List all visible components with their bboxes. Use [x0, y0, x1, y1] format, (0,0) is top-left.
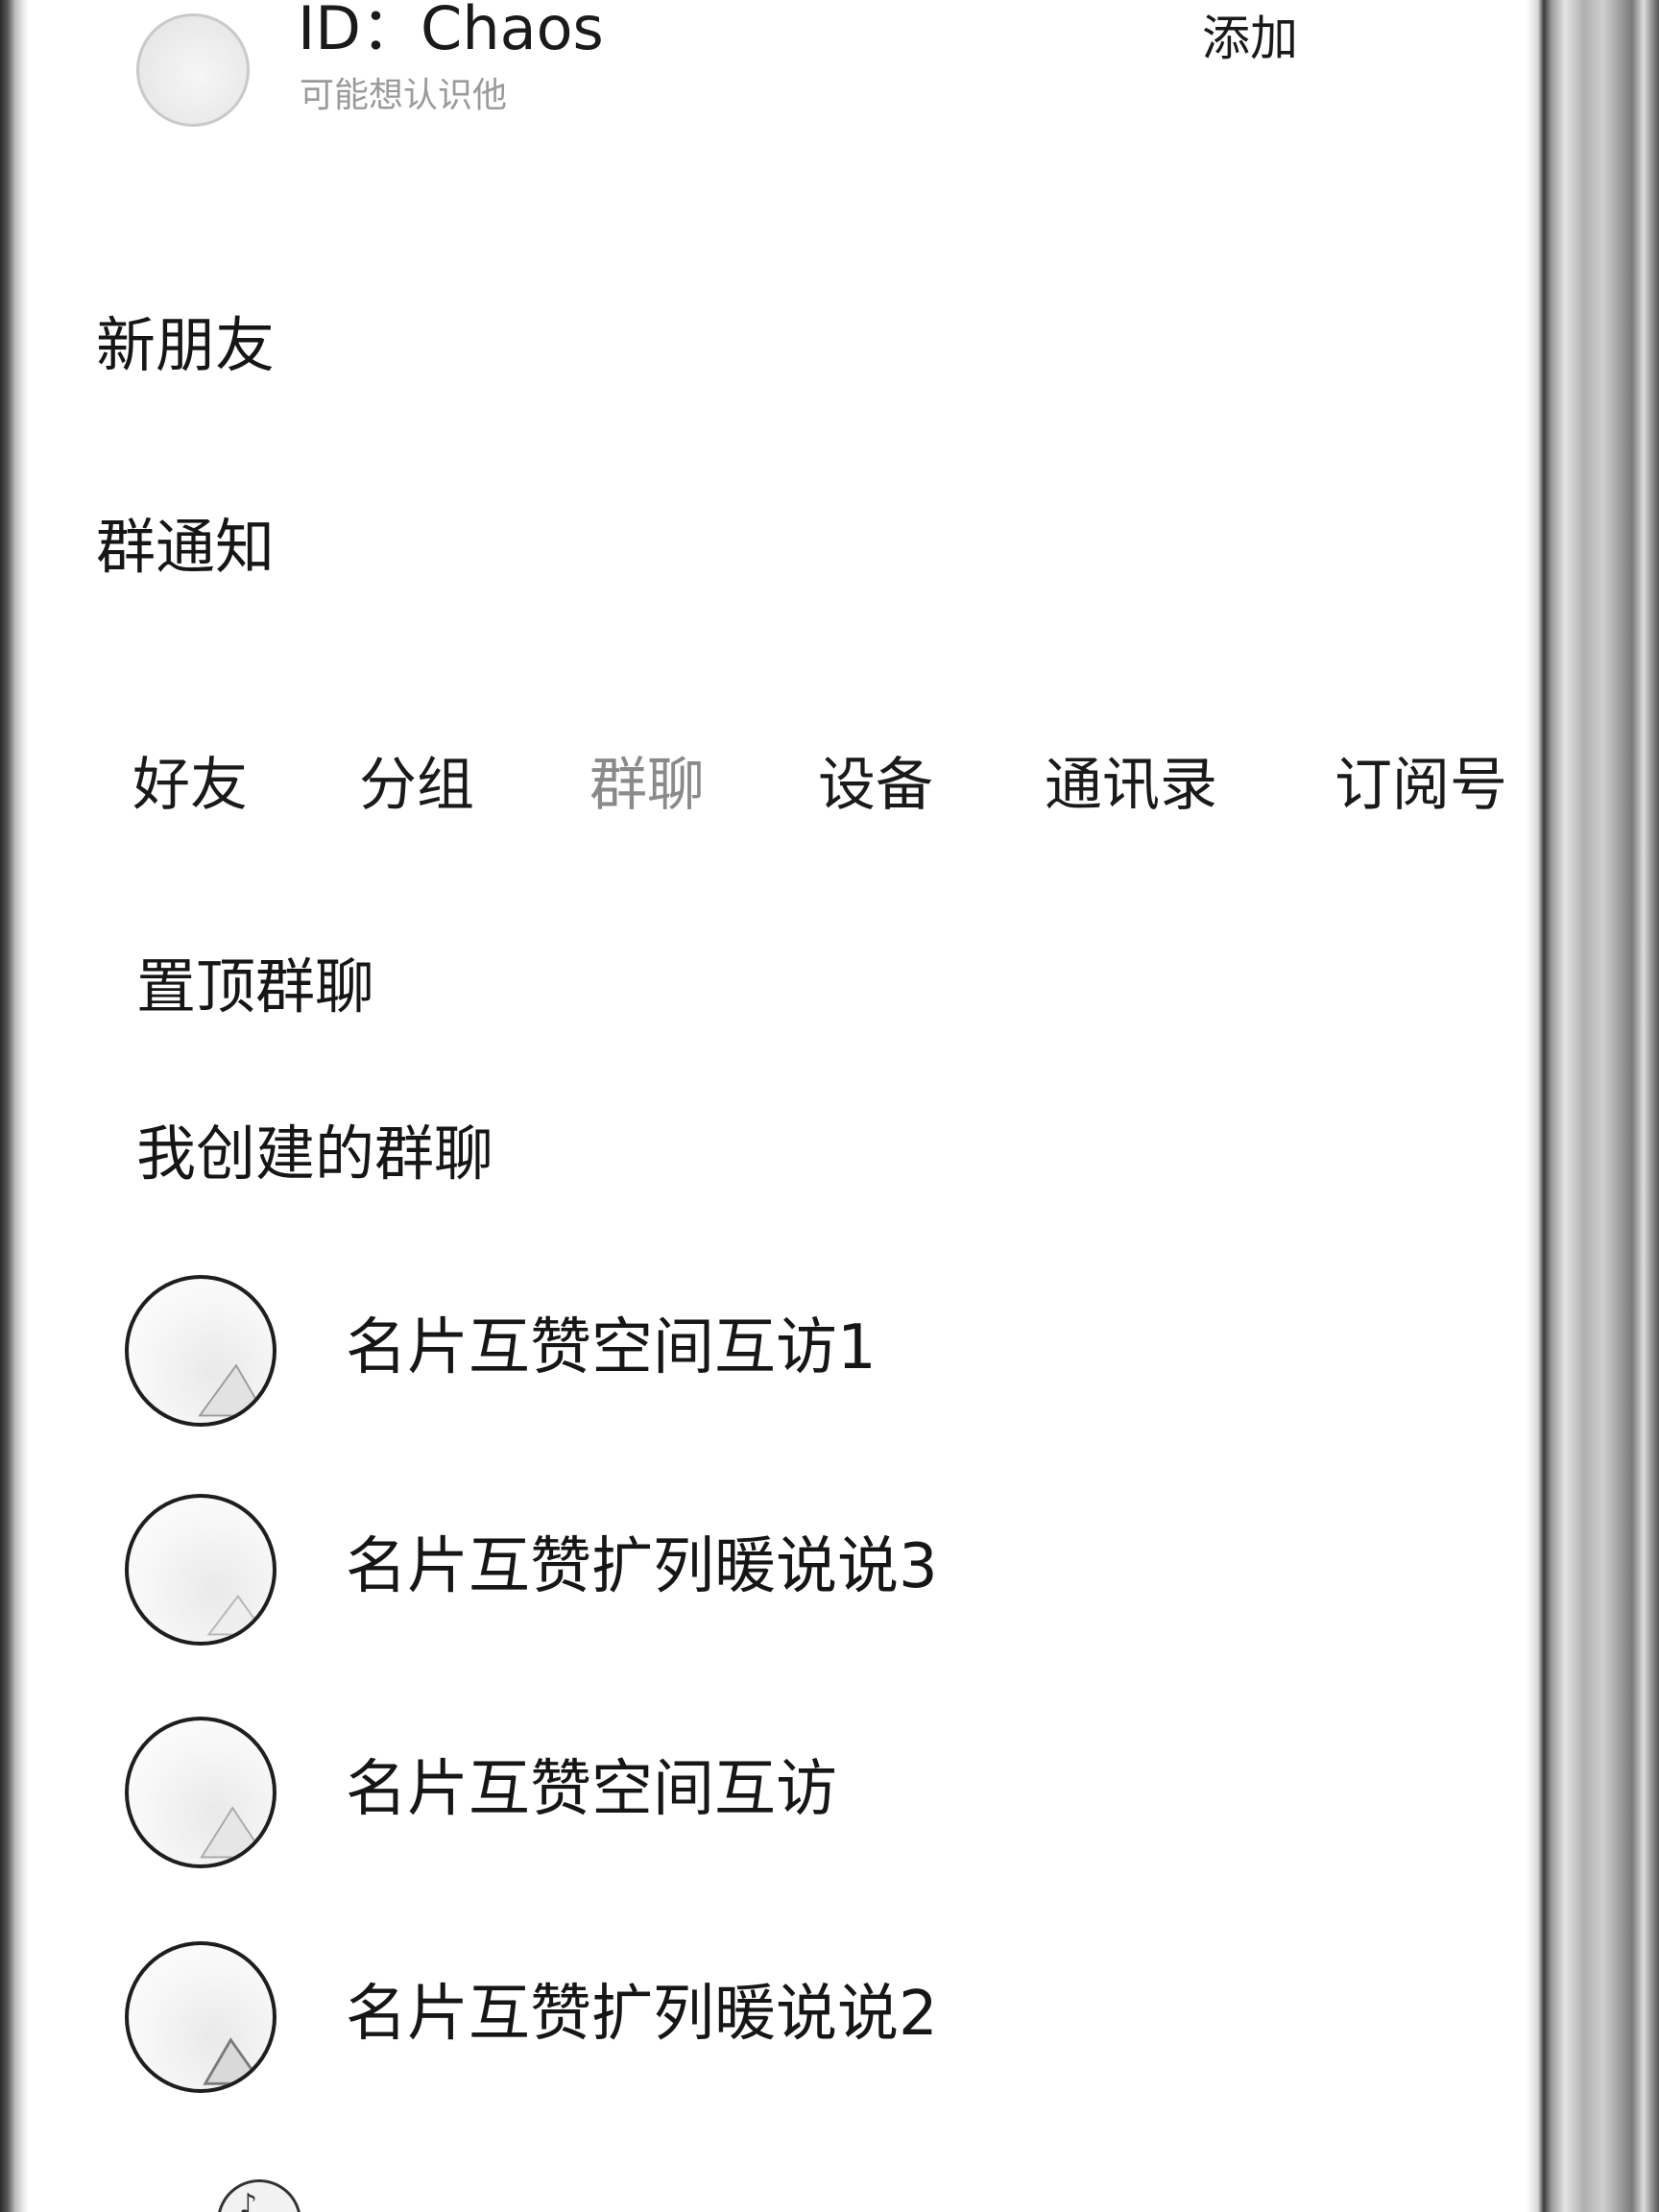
partial-avatar-icon: ♪ [217, 2179, 301, 2212]
group-avatar-image [198, 1363, 268, 1417]
group-avatar-image [200, 1806, 268, 1859]
recommended-user-id: ID：Chaos [298, 0, 604, 63]
phone-edge-right [1527, 0, 1659, 2212]
recommended-user-subtitle: 可能想认识他 [300, 76, 508, 115]
tab-address-book[interactable]: 通讯录 [1045, 749, 1217, 822]
add-friend-button[interactable]: 添加 [1202, 10, 1298, 67]
group-avatar [125, 1717, 276, 1868]
group-avatar-image [206, 1594, 268, 1636]
group-name: 名片互赞扩列暖说说2 [346, 1979, 938, 2050]
tab-friends[interactable]: 好友 [132, 749, 248, 822]
contacts-tabs: 好友 分组 群聊 设备 通讯录 订阅号 [0, 749, 1527, 835]
tab-devices[interactable]: 设备 [818, 749, 933, 822]
group-avatar [125, 1494, 276, 1646]
group-row[interactable]: 名片互赞扩列暖说说3 [125, 1494, 1488, 1657]
created-groups-section[interactable]: 我创建的群聊 [136, 1118, 493, 1190]
group-avatar [125, 1941, 276, 2093]
group-row[interactable]: 名片互赞空间互访 [125, 1717, 1488, 1880]
contacts-screen: ID：Chaos 可能想认识他 添加 新朋友 群通知 好友 分组 群聊 设备 通… [0, 0, 1659, 2212]
new-friends-entry[interactable]: 新朋友 [96, 309, 275, 382]
group-name: 名片互赞扩列暖说说3 [346, 1531, 938, 1602]
group-row[interactable]: 名片互赞空间互访1 [125, 1275, 1488, 1438]
tab-subscriptions[interactable]: 订阅号 [1334, 749, 1507, 822]
group-avatar [125, 1275, 276, 1427]
group-name: 名片互赞空间互访1 [346, 1312, 877, 1383]
phone-edge-left [0, 0, 29, 2212]
group-notice-entry[interactable]: 群通知 [96, 511, 275, 584]
tab-groups-categories[interactable]: 分组 [359, 749, 474, 822]
group-row[interactable]: 名片互赞扩列暖说说2 [125, 1941, 1488, 2104]
recommended-user-avatar[interactable] [136, 13, 250, 127]
group-avatar-image [203, 2037, 265, 2085]
tab-group-chats[interactable]: 群聊 [589, 749, 705, 822]
group-name: 名片互赞空间互访 [346, 1754, 837, 1825]
pinned-groups-section[interactable]: 置顶群聊 [136, 950, 374, 1023]
